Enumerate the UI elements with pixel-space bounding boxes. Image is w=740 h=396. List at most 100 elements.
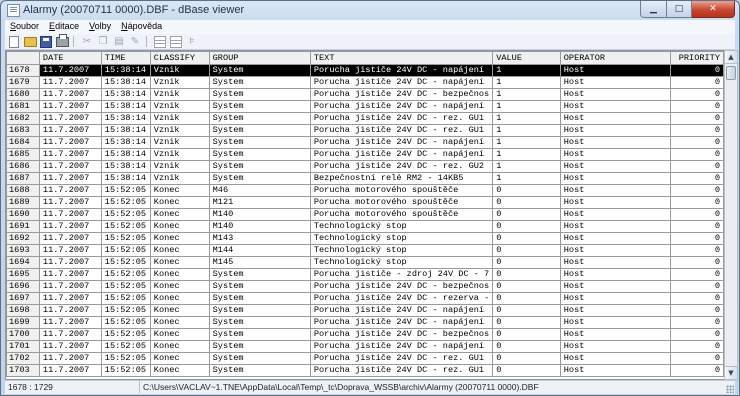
table-row[interactable]: 1683 11.7.2007 15:38:14 Vznik System Porucha … bbox=[6, 124, 724, 137]
cell-time[interactable]: 15:52:05 bbox=[100, 244, 151, 257]
cell-time[interactable]: 15:52:05 bbox=[100, 304, 151, 317]
table-row[interactable]: 1694 11.7.2007 15:52:05 Konec M145 Technologi… bbox=[6, 256, 724, 269]
cell-operator[interactable]: Host bbox=[559, 208, 672, 221]
cell-priority[interactable]: 0 bbox=[670, 88, 724, 101]
cell-operator[interactable]: Host bbox=[559, 136, 672, 149]
cell-operator[interactable]: Host bbox=[559, 244, 672, 257]
cell-value[interactable]: 1 bbox=[492, 172, 561, 185]
cell-text[interactable]: Porucha jističe 24V DC - bezpečnos bbox=[309, 280, 494, 293]
cell-value[interactable]: 1 bbox=[492, 148, 561, 161]
cell-classify[interactable]: Vznik bbox=[149, 172, 210, 185]
cell-classify[interactable]: Konec bbox=[149, 292, 210, 305]
cell-group[interactable]: System bbox=[208, 172, 311, 185]
cell-row-number[interactable]: 1691 bbox=[6, 220, 40, 233]
cell-value[interactable]: 0 bbox=[492, 304, 561, 317]
cell-value[interactable]: 0 bbox=[492, 292, 561, 305]
cell-time[interactable]: 15:52:05 bbox=[100, 340, 151, 353]
cell-date[interactable]: 11.7.2007 bbox=[38, 64, 102, 77]
cell-date[interactable]: 11.7.2007 bbox=[38, 316, 102, 329]
cell-group[interactable]: System bbox=[208, 328, 311, 341]
cell-operator[interactable]: Host bbox=[559, 292, 672, 305]
table-row[interactable]: 1699 11.7.2007 15:52:05 Konec System Porucha … bbox=[6, 316, 724, 329]
menu-editace[interactable]: Editace bbox=[44, 20, 84, 34]
cell-text[interactable]: Porucha jističe 24V DC - rez. GU1 bbox=[309, 124, 494, 137]
cell-priority[interactable]: 0 bbox=[670, 268, 724, 281]
cell-text[interactable]: Porucha jističe 24V DC - rez. GU2 bbox=[309, 160, 494, 173]
cell-time[interactable]: 15:52:05 bbox=[100, 184, 151, 197]
cell-value[interactable]: 0 bbox=[492, 232, 561, 245]
cell-text[interactable]: Porucha jističe 24V DC - napájení bbox=[309, 340, 494, 353]
cell-classify[interactable]: Konec bbox=[149, 304, 210, 317]
cell-date[interactable]: 11.7.2007 bbox=[38, 88, 102, 101]
cell-row-number[interactable]: 1700 bbox=[6, 328, 40, 341]
cell-priority[interactable]: 0 bbox=[670, 172, 724, 185]
copy-icon[interactable]: ❐ bbox=[96, 35, 110, 48]
menu-volby[interactable]: Volby bbox=[84, 20, 116, 34]
cell-group[interactable]: System bbox=[208, 100, 311, 113]
cell-classify[interactable]: Konec bbox=[149, 340, 210, 353]
cell-priority[interactable]: 0 bbox=[670, 76, 724, 89]
cell-priority[interactable]: 0 bbox=[670, 316, 724, 329]
cell-group[interactable]: System bbox=[208, 352, 311, 365]
cell-operator[interactable]: Host bbox=[559, 184, 672, 197]
cell-value[interactable]: 1 bbox=[492, 160, 561, 173]
cell-date[interactable]: 11.7.2007 bbox=[38, 196, 102, 209]
cell-text[interactable]: Porucha jističe 24V DC - rez. GU1 bbox=[309, 364, 494, 377]
table-row[interactable]: 1692 11.7.2007 15:52:05 Konec M143 Technologi… bbox=[6, 232, 724, 245]
cell-text[interactable]: Porucha jističe 24V DC - napájení bbox=[309, 148, 494, 161]
cell-value[interactable]: 1 bbox=[492, 76, 561, 89]
cell-classify[interactable]: Vznik bbox=[149, 136, 210, 149]
cell-time[interactable]: 15:38:14 bbox=[100, 148, 151, 161]
filter-icon[interactable]: ⊧ bbox=[185, 35, 199, 48]
resize-grip[interactable] bbox=[726, 385, 734, 393]
cell-date[interactable]: 11.7.2007 bbox=[38, 220, 102, 233]
cell-priority[interactable]: 0 bbox=[670, 340, 724, 353]
column-header-operator[interactable]: OPERATOR bbox=[559, 51, 672, 65]
cell-row-number[interactable]: 1701 bbox=[6, 340, 40, 353]
open-folder-icon[interactable] bbox=[23, 35, 37, 48]
cell-text[interactable]: Porucha jističe 24V DC - napájení bbox=[309, 76, 494, 89]
cell-group[interactable]: System bbox=[208, 148, 311, 161]
paste-icon[interactable]: ▤ bbox=[112, 35, 126, 48]
cell-text[interactable]: Technologický stop bbox=[309, 220, 494, 233]
cell-text[interactable]: Porucha jističe 24V DC - napájení bbox=[309, 304, 494, 317]
cell-date[interactable]: 11.7.2007 bbox=[38, 340, 102, 353]
table-row[interactable]: 1695 11.7.2007 15:52:05 Konec System Porucha … bbox=[6, 268, 724, 281]
cell-priority[interactable]: 0 bbox=[670, 160, 724, 173]
cell-priority[interactable]: 0 bbox=[670, 364, 724, 377]
cell-value[interactable]: 0 bbox=[492, 352, 561, 365]
cell-text[interactable]: Porucha jističe 24V DC - napájení bbox=[309, 64, 494, 77]
cell-priority[interactable]: 0 bbox=[670, 328, 724, 341]
cell-group[interactable]: M140 bbox=[208, 208, 311, 221]
cell-operator[interactable]: Host bbox=[559, 328, 672, 341]
cell-operator[interactable]: Host bbox=[559, 232, 672, 245]
cell-date[interactable]: 11.7.2007 bbox=[38, 364, 102, 377]
cell-priority[interactable]: 0 bbox=[670, 304, 724, 317]
cell-row-number[interactable]: 1697 bbox=[6, 292, 40, 305]
cell-date[interactable]: 11.7.2007 bbox=[38, 136, 102, 149]
cell-operator[interactable]: Host bbox=[559, 256, 672, 269]
cell-classify[interactable]: Konec bbox=[149, 232, 210, 245]
cell-classify[interactable]: Konec bbox=[149, 328, 210, 341]
cell-text[interactable]: Porucha jističe 24V DC - bezpečnos bbox=[309, 88, 494, 101]
table-row[interactable]: 1685 11.7.2007 15:38:14 Vznik System Porucha … bbox=[6, 148, 724, 161]
cell-classify[interactable]: Vznik bbox=[149, 64, 210, 77]
cell-value[interactable]: 0 bbox=[492, 316, 561, 329]
cell-text[interactable]: Porucha jističe - zdroj 24V DC - 7 bbox=[309, 268, 494, 281]
cell-group[interactable]: System bbox=[208, 316, 311, 329]
cell-row-number[interactable]: 1703 bbox=[6, 364, 40, 377]
cell-priority[interactable]: 0 bbox=[670, 280, 724, 293]
table-row[interactable]: 1688 11.7.2007 15:52:05 Konec M46 Porucha mot… bbox=[6, 184, 724, 197]
cell-classify[interactable]: Konec bbox=[149, 220, 210, 233]
cell-classify[interactable]: Konec bbox=[149, 280, 210, 293]
minimize-button[interactable]: ▁ bbox=[640, 1, 667, 18]
cell-time[interactable]: 15:38:14 bbox=[100, 76, 151, 89]
cell-date[interactable]: 11.7.2007 bbox=[38, 148, 102, 161]
cell-value[interactable]: 0 bbox=[492, 328, 561, 341]
cell-value[interactable]: 0 bbox=[492, 256, 561, 269]
cell-group[interactable]: System bbox=[208, 364, 311, 377]
cell-time[interactable]: 15:52:05 bbox=[100, 208, 151, 221]
cell-text[interactable]: Porucha motorového spouštěče bbox=[309, 196, 494, 209]
cell-row-number[interactable]: 1692 bbox=[6, 232, 40, 245]
menu-napoveda[interactable]: Nápověda bbox=[116, 20, 167, 34]
